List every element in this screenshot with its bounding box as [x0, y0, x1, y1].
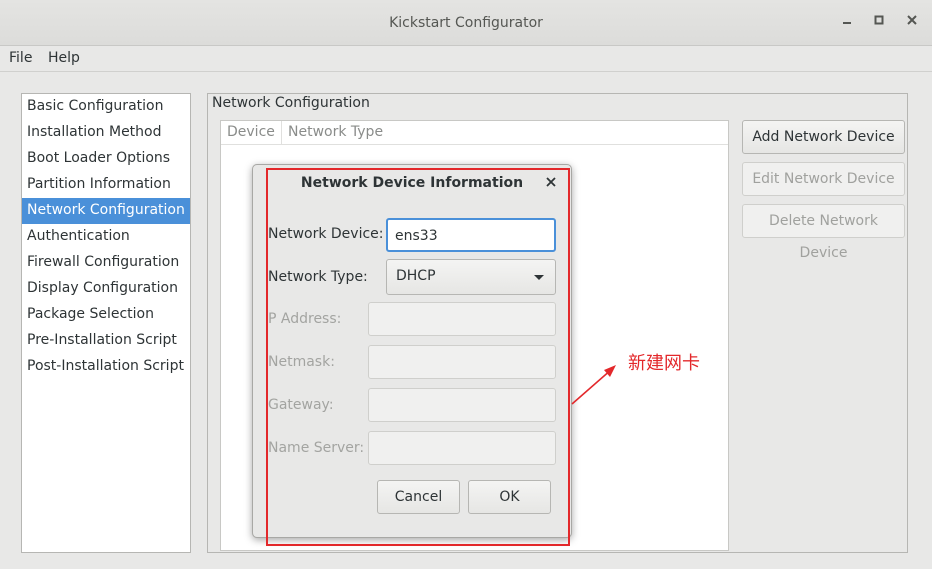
close-icon[interactable] [546, 175, 556, 191]
network-type-label: Network Type: [268, 269, 368, 285]
annotation-text: 新建网卡 [628, 353, 700, 374]
list-header: Device Network Type [221, 121, 728, 145]
sidebar-item-post-installation-script[interactable]: Post-Installation Script [22, 354, 190, 380]
ip-address-label: P Address: [268, 311, 342, 327]
netmask-label: Netmask: [268, 354, 335, 370]
title-bar: Kickstart Configurator [0, 0, 932, 46]
sidebar-item-partition-information[interactable]: Partition Information [22, 172, 190, 198]
name-server-input[interactable] [368, 431, 556, 465]
sidebar-item-package-selection[interactable]: Package Selection [22, 302, 190, 328]
column-header-network-type[interactable]: Network Type [288, 124, 383, 140]
ok-button[interactable]: OK [468, 480, 551, 514]
network-device-input[interactable]: ens33 [386, 218, 556, 252]
column-header-device[interactable]: Device [227, 124, 275, 140]
annotation-arrow-icon [571, 365, 616, 405]
sidebar-item-authentication[interactable]: Authentication [22, 224, 190, 250]
gateway-input[interactable] [368, 388, 556, 422]
ip-address-input[interactable] [368, 302, 556, 336]
dialog-title: Network Device Information [300, 175, 524, 191]
network-device-dialog: Network Device Information Network Devic… [252, 164, 572, 538]
add-network-device-button[interactable]: Add Network Device [742, 120, 905, 154]
gateway-label: Gateway: [268, 397, 334, 413]
name-server-label: Name Server: [268, 440, 365, 456]
chevron-down-icon [534, 275, 544, 280]
sidebar-item-display-configuration[interactable]: Display Configuration [22, 276, 190, 302]
window-title: Kickstart Configurator [389, 15, 543, 31]
close-icon[interactable] [902, 12, 922, 32]
sidebar: Basic Configuration Installation Method … [21, 93, 191, 553]
network-type-value: DHCP [396, 268, 436, 284]
menu-help[interactable]: Help [48, 50, 80, 66]
section-title: Network Configuration [210, 95, 372, 111]
netmask-input[interactable] [368, 345, 556, 379]
sidebar-item-installation-method[interactable]: Installation Method [22, 120, 190, 146]
cancel-button[interactable]: Cancel [377, 480, 460, 514]
sidebar-item-network-configuration[interactable]: Network Configuration [22, 198, 190, 224]
minimize-icon[interactable] [837, 12, 857, 32]
maximize-icon[interactable] [869, 12, 889, 32]
sidebar-item-basic-configuration[interactable]: Basic Configuration [22, 94, 190, 120]
menu-bar: File Help [0, 46, 932, 72]
menu-file[interactable]: File [9, 50, 32, 66]
sidebar-item-pre-installation-script[interactable]: Pre-Installation Script [22, 328, 190, 354]
column-separator [281, 121, 282, 145]
network-device-label: Network Device: [268, 226, 384, 242]
edit-network-device-button[interactable]: Edit Network Device [742, 162, 905, 196]
delete-network-device-button[interactable]: Delete Network Device [742, 204, 905, 261]
network-type-select[interactable]: DHCP [386, 259, 556, 295]
sidebar-item-boot-loader-options[interactable]: Boot Loader Options [22, 146, 190, 172]
sidebar-item-firewall-configuration[interactable]: Firewall Configuration [22, 250, 190, 276]
